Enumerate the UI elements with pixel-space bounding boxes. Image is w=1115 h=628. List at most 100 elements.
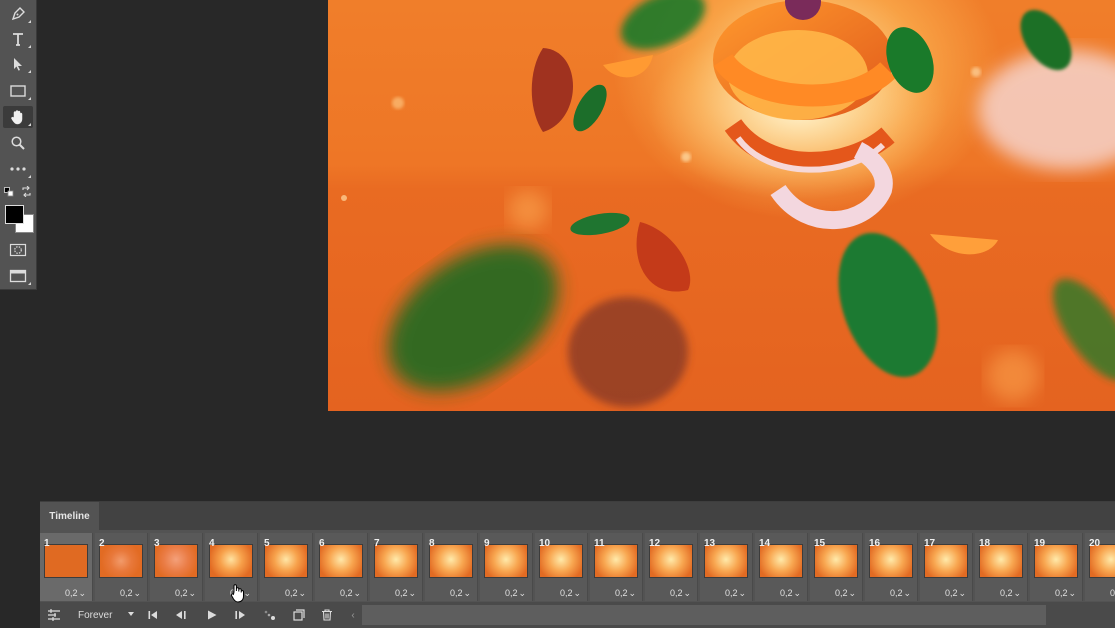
frame-delay-dropdown[interactable]: 0,2	[1110, 588, 1115, 599]
frame-thumbnail[interactable]	[1089, 544, 1115, 578]
frame-delay-dropdown[interactable]: 0,2	[1000, 588, 1021, 599]
frame-thumbnail[interactable]	[484, 544, 528, 578]
frame-thumbnail[interactable]	[539, 544, 583, 578]
convert-to-video-timeline-button[interactable]	[44, 606, 64, 624]
frame-8[interactable]: 8 0,2	[425, 533, 478, 601]
tween-button[interactable]	[260, 606, 280, 624]
frame-14[interactable]: 14 0,2	[755, 533, 808, 601]
frame-13[interactable]: 13 0,2	[700, 533, 753, 601]
frame-number: 4	[209, 538, 215, 549]
frame-7[interactable]: 7 0,2	[370, 533, 423, 601]
frame-number: 5	[264, 538, 270, 549]
frame-number: 15	[814, 538, 826, 549]
frame-thumbnail[interactable]	[374, 544, 418, 578]
screen-mode-button[interactable]	[3, 265, 33, 287]
next-frame-button[interactable]	[230, 606, 250, 624]
frame-2[interactable]: 2 0,2	[95, 533, 148, 601]
first-frame-button[interactable]	[143, 606, 163, 624]
frame-9[interactable]: 9 0,2	[480, 533, 533, 601]
frame-thumbnail[interactable]	[869, 544, 913, 578]
previous-frame-button[interactable]	[171, 606, 191, 624]
frame-delay-dropdown[interactable]: 0,2	[65, 588, 86, 599]
default-colors-icon[interactable]	[4, 187, 14, 197]
timeline-tab[interactable]: Timeline	[40, 502, 99, 530]
frame-thumbnail[interactable]	[814, 544, 858, 578]
frame-delay-dropdown[interactable]: 0,2	[120, 588, 141, 599]
frame-12[interactable]: 12 0,2	[645, 533, 698, 601]
frame-thumbnail[interactable]	[429, 544, 473, 578]
frame-17[interactable]: 17 0,2	[920, 533, 973, 601]
frame-thumbnail[interactable]	[979, 544, 1023, 578]
quick-mask-button[interactable]	[3, 239, 33, 261]
frame-15[interactable]: 15 0,2	[810, 533, 863, 601]
frame-16[interactable]: 16 0,2	[865, 533, 918, 601]
frame-thumbnail[interactable]	[704, 544, 748, 578]
frame-thumbnail[interactable]	[154, 544, 198, 578]
frame-10[interactable]: 10 0,2	[535, 533, 588, 601]
chevron-down-icon	[128, 612, 134, 616]
tween-icon	[264, 610, 275, 620]
frame-thumbnail[interactable]	[319, 544, 363, 578]
frame-delay-dropdown[interactable]: 0,2	[780, 588, 801, 599]
frame-11[interactable]: 11 0,2	[590, 533, 643, 601]
frame-number: 6	[319, 538, 325, 549]
frame-delay-dropdown[interactable]: 0,2	[615, 588, 636, 599]
frame-thumbnail[interactable]	[99, 544, 143, 578]
zoom-tool[interactable]	[3, 132, 33, 154]
frame-delay-dropdown[interactable]: 0,2	[285, 588, 306, 599]
frame-thumbnail[interactable]	[759, 544, 803, 578]
frame-6[interactable]: 6 0,2	[315, 533, 368, 601]
first-frame-icon	[148, 611, 157, 619]
frame-20[interactable]: 200,2	[1085, 533, 1115, 601]
frame-number: 10	[539, 538, 551, 549]
timeline-header: Timeline	[40, 502, 1115, 530]
frame-thumbnail[interactable]	[44, 544, 88, 578]
frame-delay-dropdown[interactable]: 0,2	[505, 588, 526, 599]
frame-number: 11	[594, 538, 605, 549]
duplicate-frame-button[interactable]	[289, 606, 309, 624]
hand-tool[interactable]	[3, 106, 33, 128]
frame-thumbnail[interactable]	[924, 544, 968, 578]
frame-number: 8	[429, 538, 435, 549]
frame-thumbnail[interactable]	[264, 544, 308, 578]
frames-scrollbar[interactable]	[362, 605, 1046, 625]
frame-5[interactable]: 5 0,2	[260, 533, 313, 601]
frame-delay-dropdown[interactable]: 0,2	[340, 588, 361, 599]
frame-delay-dropdown[interactable]: 0,2	[1055, 588, 1076, 599]
frame-delay-dropdown[interactable]: 0,2	[890, 588, 911, 599]
frame-delay-dropdown[interactable]: 0,2	[835, 588, 856, 599]
hand-cursor-icon	[230, 584, 244, 603]
pen-icon	[11, 7, 25, 21]
frame-3[interactable]: 3 0,2	[150, 533, 203, 601]
frame-18[interactable]: 18 0,2	[975, 533, 1028, 601]
more-tools[interactable]	[3, 158, 33, 180]
loop-options-dropdown[interactable]: Forever	[74, 606, 138, 624]
frame-thumbnail[interactable]	[1034, 544, 1078, 578]
frame-19[interactable]: 19 0,2	[1030, 533, 1083, 601]
frame-delay-dropdown[interactable]: 0,2	[175, 588, 196, 599]
scroll-left-arrow[interactable]: ‹	[346, 605, 360, 625]
timeline-controls: Forever ‹	[40, 602, 1115, 628]
document-canvas[interactable]	[328, 0, 1115, 411]
frame-delay-dropdown[interactable]: 0,2	[560, 588, 581, 599]
frame-delay-dropdown[interactable]: 0,2	[450, 588, 471, 599]
frame-1[interactable]: 1 0,2	[40, 533, 93, 601]
pen-tool[interactable]	[3, 3, 33, 25]
frame-delay-dropdown[interactable]: 0,2	[725, 588, 746, 599]
path-selection-tool[interactable]	[3, 53, 33, 75]
frame-thumbnail[interactable]	[594, 544, 638, 578]
frame-delay-dropdown[interactable]: 0,2	[670, 588, 691, 599]
frame-number: 14	[759, 538, 771, 549]
swap-colors-icon[interactable]	[21, 186, 32, 197]
frame-thumbnail[interactable]	[649, 544, 693, 578]
type-tool[interactable]	[3, 28, 33, 50]
frame-delay-dropdown[interactable]: 0,2	[395, 588, 416, 599]
type-icon	[13, 33, 23, 46]
foreground-color-swatch[interactable]	[5, 205, 24, 224]
timeline-panel: Timeline 10,220,230,240,250,260,270,280,…	[40, 501, 1115, 628]
rectangle-tool[interactable]	[3, 80, 33, 102]
play-button[interactable]	[202, 606, 222, 624]
frame-thumbnail[interactable]	[209, 544, 253, 578]
frame-delay-dropdown[interactable]: 0,2	[945, 588, 966, 599]
delete-frame-button[interactable]	[317, 606, 337, 624]
